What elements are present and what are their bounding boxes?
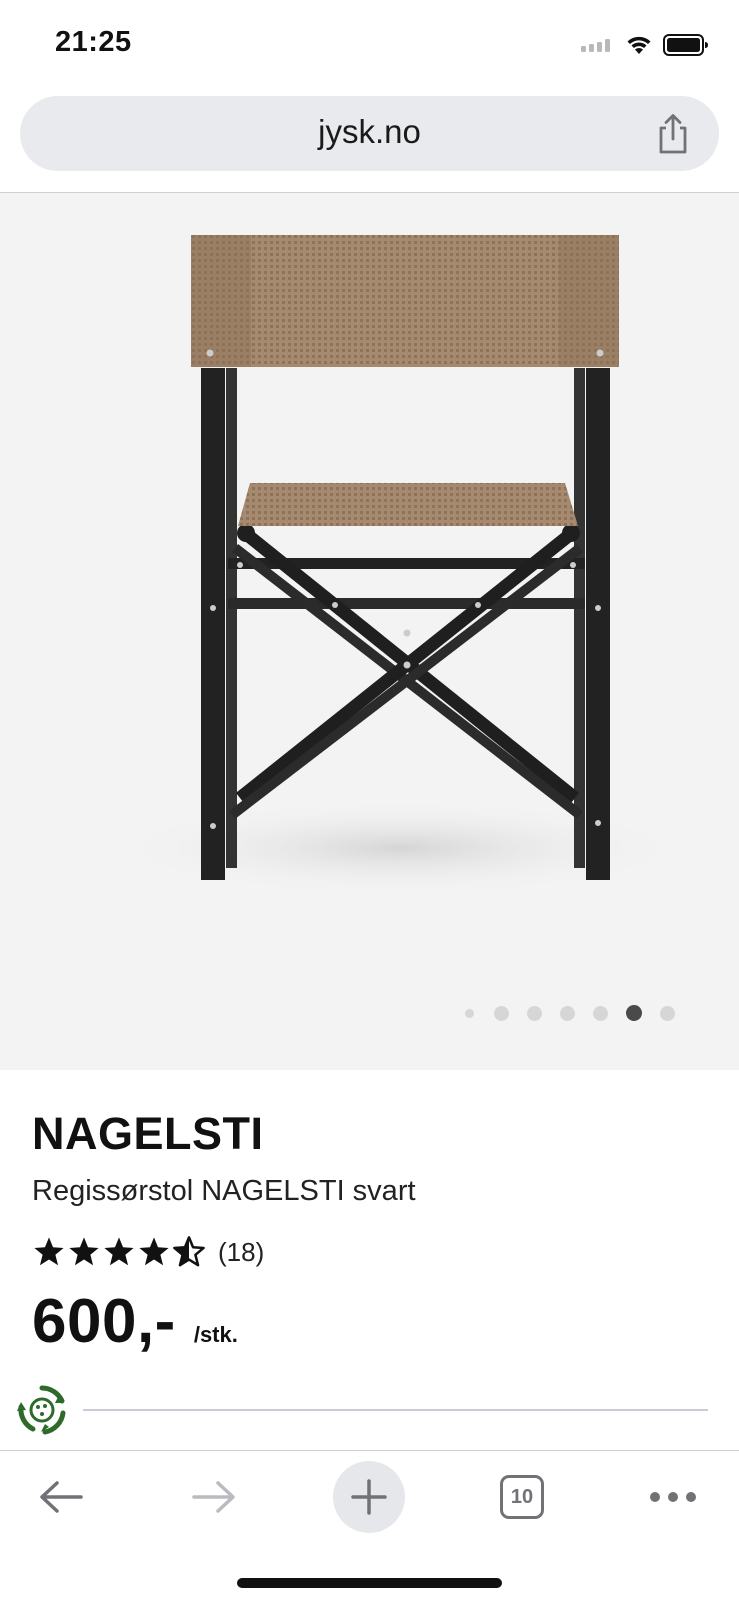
- gallery-dot[interactable]: [494, 1005, 509, 1021]
- star-icon: [104, 1237, 134, 1266]
- share-icon: [659, 114, 687, 154]
- recycle-icon: [17, 1385, 66, 1435]
- product-price: 600,-: [32, 1287, 176, 1356]
- star-icon: [69, 1237, 99, 1266]
- star-icon: [139, 1237, 169, 1266]
- tab-count: 10: [510, 1485, 534, 1508]
- forward-arrow-icon: [192, 1481, 235, 1513]
- new-tab-button[interactable]: [333, 1461, 405, 1533]
- battery-icon: [663, 34, 708, 56]
- price-row: 600,- /stk.: [32, 1286, 238, 1357]
- plus-icon: [351, 1479, 387, 1515]
- tabs-icon: 10: [500, 1475, 544, 1519]
- rating-count[interactable]: (18): [218, 1237, 264, 1268]
- url-text[interactable]: jysk.no: [20, 113, 719, 151]
- more-icon: [650, 1492, 696, 1502]
- share-button[interactable]: [653, 112, 693, 156]
- product-name: NAGELSTI: [32, 1108, 264, 1159]
- wifi-icon: [627, 36, 651, 54]
- status-icons: [581, 30, 709, 60]
- product-rating[interactable]: (18): [32, 1234, 264, 1270]
- browser-toolbar: 10: [0, 1451, 739, 1551]
- gallery-dot[interactable]: [593, 1005, 608, 1021]
- more-button[interactable]: [637, 1461, 709, 1533]
- gallery-pagination[interactable]: [465, 1005, 693, 1021]
- address-bar[interactable]: jysk.no: [20, 96, 719, 171]
- product-description: Regissørstol NAGELSTI svart: [32, 1175, 416, 1207]
- price-unit: /stk.: [193, 1322, 238, 1347]
- divider: [83, 1409, 708, 1411]
- rating-stars: [32, 1236, 206, 1268]
- status-time: 21:25: [55, 26, 132, 58]
- gallery-dot[interactable]: [560, 1005, 575, 1021]
- tabs-button[interactable]: 10: [486, 1461, 558, 1533]
- signal-icon: [581, 39, 610, 52]
- forward-button[interactable]: [178, 1461, 250, 1533]
- gallery-dot[interactable]: [465, 1008, 474, 1018]
- gallery-dot[interactable]: [660, 1005, 675, 1021]
- status-bar: 21:25: [0, 0, 739, 90]
- home-indicator[interactable]: [237, 1578, 502, 1588]
- star-icon: [34, 1237, 64, 1266]
- half-star-icon: [173, 1236, 205, 1267]
- back-arrow-icon: [40, 1481, 83, 1513]
- product-image: [110, 235, 690, 896]
- gallery-dot[interactable]: [527, 1005, 542, 1021]
- back-button[interactable]: [25, 1461, 97, 1533]
- gallery-dot-active[interactable]: [626, 1005, 642, 1021]
- product-image-gallery[interactable]: [0, 193, 739, 1070]
